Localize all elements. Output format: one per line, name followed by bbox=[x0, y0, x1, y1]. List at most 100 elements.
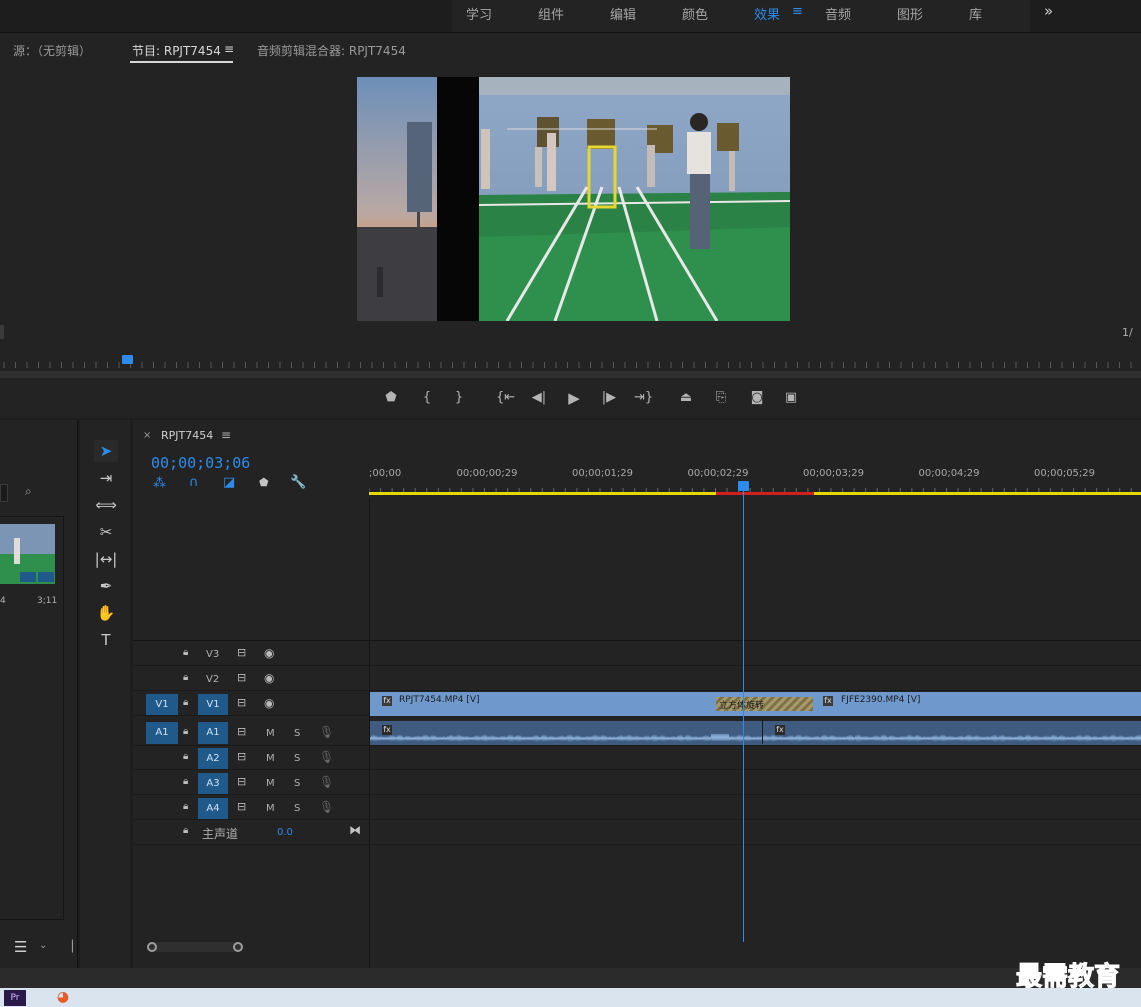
workspace-tab-libraries[interactable]: 库 bbox=[969, 4, 982, 23]
track-select-tool-icon[interactable]: ⇥ bbox=[94, 467, 118, 489]
snap-icon[interactable]: ∩ bbox=[189, 475, 199, 490]
lock-icon[interactable]: 🔒︎ bbox=[183, 697, 188, 708]
workspace-tab-effects[interactable]: 效果 bbox=[754, 4, 780, 23]
tab-program[interactable]: 节目: RPJT7454 bbox=[132, 42, 221, 59]
track-name-v2[interactable]: V2 bbox=[206, 674, 219, 685]
sync-lock-icon[interactable]: ⊟ bbox=[237, 671, 246, 684]
slip-tool-icon[interactable]: |↔| bbox=[94, 548, 118, 570]
mute-button[interactable]: M bbox=[266, 753, 275, 764]
type-tool-icon[interactable]: T bbox=[94, 629, 118, 651]
sync-lock-icon[interactable]: ⊟ bbox=[237, 775, 246, 788]
insert-nest-icon[interactable]: ⁂ bbox=[153, 476, 166, 491]
go-to-out-icon[interactable]: ⇥} bbox=[634, 389, 653, 407]
zoom-handle-left[interactable] bbox=[147, 942, 157, 952]
extract-icon[interactable]: ⎘ bbox=[712, 389, 730, 407]
timecode-display[interactable]: 00;00;03;06 bbox=[151, 454, 250, 472]
source-patch-v1[interactable]: V1 bbox=[146, 694, 178, 715]
step-back-icon[interactable]: ◀| bbox=[530, 389, 548, 407]
solo-button[interactable]: S bbox=[294, 728, 300, 739]
microphone-icon[interactable]: 🎙︎ bbox=[319, 800, 334, 814]
panel-menu-icon[interactable]: ≡ bbox=[224, 42, 234, 56]
track-name-a1[interactable]: A1 bbox=[198, 722, 228, 744]
resolution-dropdown[interactable]: 1/ bbox=[1122, 326, 1141, 339]
track-name-v1[interactable]: V1 bbox=[198, 694, 228, 715]
mute-button[interactable]: M bbox=[266, 728, 275, 739]
workspace-tab-color[interactable]: 颜色 bbox=[682, 4, 708, 23]
lock-icon[interactable]: 🔒︎ bbox=[183, 751, 188, 762]
play-icon[interactable]: ▶ bbox=[565, 389, 583, 407]
linked-selection-icon[interactable]: ◪ bbox=[223, 475, 235, 490]
microphone-icon[interactable]: 🎙︎ bbox=[319, 750, 334, 764]
sync-lock-icon[interactable]: ⊟ bbox=[237, 696, 246, 709]
audio-clip-bar[interactable] bbox=[369, 721, 1141, 745]
add-marker-icon[interactable]: ⬟ bbox=[382, 389, 400, 407]
microphone-icon[interactable]: 🎙︎ bbox=[319, 725, 334, 739]
razor-tool-icon[interactable]: ✂ bbox=[94, 521, 118, 543]
clip-name-2[interactable]: FJFE2390.MP4 [V] bbox=[841, 695, 920, 705]
clip-name-1[interactable]: RPJT7454.MP4 [V] bbox=[399, 695, 480, 705]
mute-button[interactable]: M bbox=[266, 803, 275, 814]
track-name-a2[interactable]: A2 bbox=[198, 748, 228, 769]
hamburger-menu-icon[interactable]: ≡ bbox=[792, 4, 803, 19]
export-frame-icon[interactable]: ◙ bbox=[748, 389, 766, 407]
sync-lock-icon[interactable]: ⊟ bbox=[237, 800, 246, 813]
search-input[interactable] bbox=[0, 484, 8, 502]
mute-button[interactable]: M bbox=[266, 778, 275, 789]
wrench-icon[interactable]: 🔧 bbox=[290, 475, 306, 490]
zoom-dropdown[interactable] bbox=[0, 325, 4, 339]
lock-icon[interactable]: 🔒︎ bbox=[183, 825, 188, 836]
track-name-a3[interactable]: A3 bbox=[198, 773, 228, 794]
track-name-v3[interactable]: V3 bbox=[206, 649, 219, 660]
workspace-tab-graphics[interactable]: 图形 bbox=[897, 4, 923, 23]
lock-icon[interactable]: 🔒︎ bbox=[183, 726, 188, 737]
workspace-tab-learn[interactable]: 学习 bbox=[466, 4, 492, 23]
workspace-tab-audio[interactable]: 音频 bbox=[825, 4, 851, 23]
solo-button[interactable]: S bbox=[294, 778, 300, 789]
step-forward-icon[interactable]: |▶ bbox=[600, 389, 618, 407]
mark-in-icon[interactable]: { bbox=[418, 389, 436, 407]
monitor-playhead[interactable] bbox=[122, 355, 133, 364]
solo-button[interactable]: S bbox=[294, 753, 300, 764]
app-icon[interactable]: ◕ bbox=[52, 989, 74, 1007]
eye-icon[interactable]: ◉ bbox=[264, 646, 274, 660]
track-name-a4[interactable]: A4 bbox=[198, 798, 228, 819]
monitor-scroll-bar[interactable] bbox=[0, 371, 1141, 378]
playhead-line[interactable] bbox=[743, 490, 744, 942]
playhead-handle[interactable] bbox=[738, 481, 749, 491]
sequence-tab[interactable]: RPJT7454 bbox=[161, 429, 213, 442]
source-patch-a1[interactable]: A1 bbox=[146, 722, 178, 744]
go-to-in-icon[interactable]: {⇤ bbox=[496, 389, 515, 407]
timeline-ruler[interactable]: ;00;00 00;00;00;29 00;00;01;29 00;00;02;29 0… bbox=[368, 460, 1141, 496]
master-volume[interactable]: 0.0 bbox=[277, 827, 293, 838]
workspace-tab-assembly[interactable]: 组件 bbox=[538, 4, 564, 23]
close-sequence-icon[interactable]: × bbox=[143, 430, 151, 441]
clip-thumbnail[interactable] bbox=[0, 524, 55, 584]
lock-icon[interactable]: 🔒︎ bbox=[183, 776, 188, 787]
sort-dropdown-icon[interactable]: ⌄ bbox=[39, 940, 47, 951]
sequence-menu-icon[interactable]: ≡ bbox=[221, 428, 231, 442]
workspace-tab-editing[interactable]: 编辑 bbox=[610, 4, 636, 23]
list-view-icon[interactable]: ☰ bbox=[14, 938, 27, 956]
microphone-icon[interactable]: 🎙︎ bbox=[319, 775, 334, 789]
lock-icon[interactable]: 🔒︎ bbox=[183, 801, 188, 812]
monitor-time-ruler[interactable] bbox=[0, 355, 1141, 368]
sync-lock-icon[interactable]: ⊟ bbox=[237, 750, 246, 763]
premiere-app-icon[interactable]: Pr bbox=[4, 990, 26, 1006]
eye-icon[interactable]: ◉ bbox=[264, 671, 274, 685]
eye-icon[interactable]: ◉ bbox=[264, 696, 274, 710]
tab-audio-clip-mixer[interactable]: 音频剪辑混合器: RPJT7454 bbox=[257, 42, 406, 59]
solo-button[interactable]: S bbox=[294, 803, 300, 814]
timeline-zoom-scroll[interactable] bbox=[147, 942, 241, 952]
selection-tool-icon[interactable]: ➤ bbox=[94, 440, 118, 462]
more-workspaces-icon[interactable]: » bbox=[1044, 2, 1053, 20]
ripple-edit-tool-icon[interactable]: ⟺ bbox=[94, 494, 118, 516]
new-search-bin-icon[interactable]: ⌕ bbox=[25, 484, 32, 499]
lock-icon[interactable]: 🔒︎ bbox=[183, 647, 188, 658]
pen-tool-icon[interactable]: ✒ bbox=[94, 575, 118, 597]
sync-lock-icon[interactable]: ⊟ bbox=[237, 646, 246, 659]
lift-icon[interactable]: ⏏ bbox=[677, 389, 695, 407]
add-marker-icon[interactable]: ⬟ bbox=[259, 476, 269, 489]
comparison-view-icon[interactable]: ▣ bbox=[782, 389, 800, 407]
tab-source[interactable]: 源：（无剪辑） bbox=[13, 42, 91, 59]
zoom-handle-right[interactable] bbox=[233, 942, 243, 952]
